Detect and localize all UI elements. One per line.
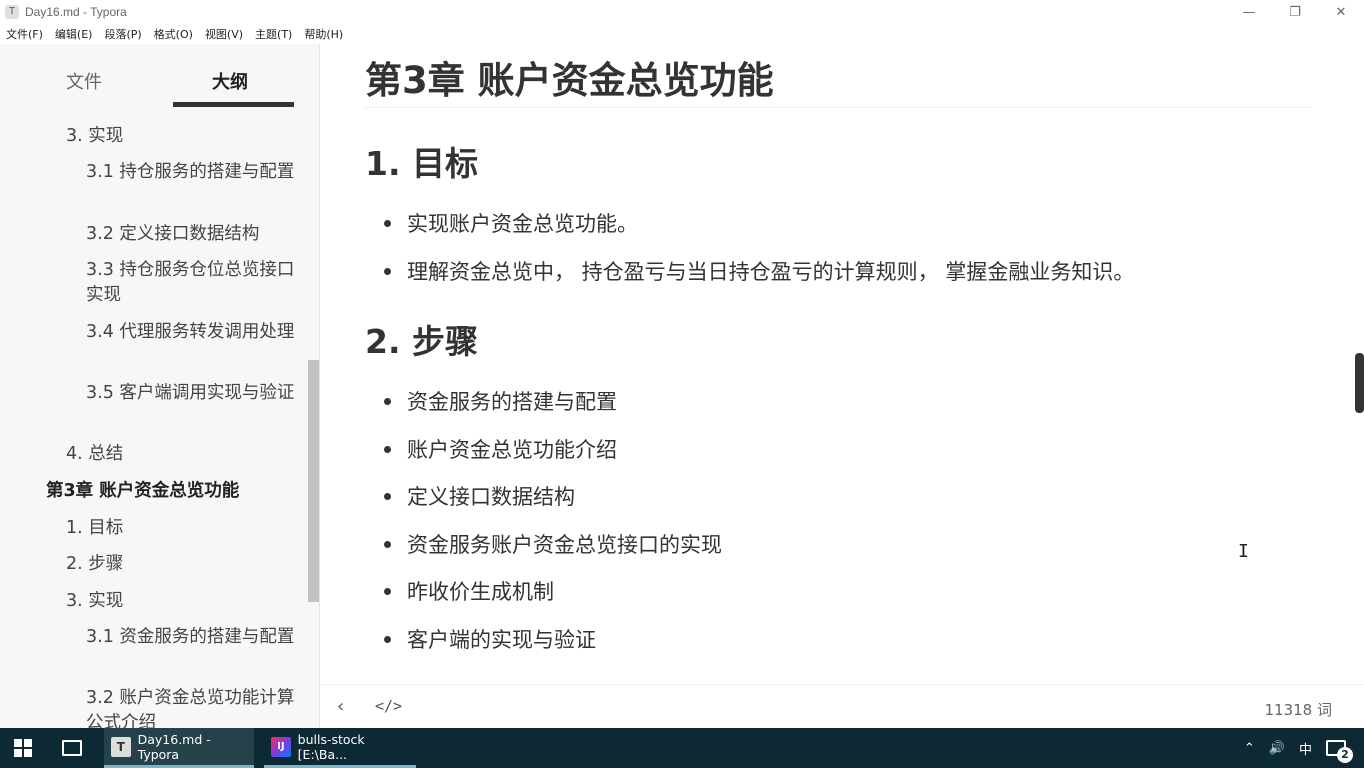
tab-outline[interactable]: 大纲 xyxy=(212,68,248,94)
minimize-button[interactable]: — xyxy=(1226,0,1272,24)
text-cursor-icon: I xyxy=(1238,541,1249,562)
section-heading-steps: 2. 步骤 xyxy=(365,322,478,361)
outline-item[interactable]: 3.2 定义接口数据结构 xyxy=(86,222,296,247)
outline-item[interactable]: 3.5 客户端调用实现与验证 xyxy=(86,381,296,406)
list-item-text: 实现账户资金总览功能。 xyxy=(407,212,638,236)
source-code-mode-icon[interactable]: </> xyxy=(375,697,402,715)
outline-item[interactable]: 3.4 代理服务转发调用处理 xyxy=(86,320,296,345)
windows-start-icon[interactable] xyxy=(14,739,32,757)
outline-item[interactable]: 3. 实现 xyxy=(66,589,276,614)
notification-badge: 2 xyxy=(1337,747,1353,763)
active-tab-indicator xyxy=(173,102,294,107)
word-count[interactable]: 11318 词 xyxy=(1265,699,1333,720)
menu-edit[interactable]: 编辑(E) xyxy=(49,26,99,42)
list-item-text: 资金服务账户资金总览接口的实现 xyxy=(407,533,722,557)
window-controls: — ❐ ✕ xyxy=(1226,0,1364,24)
window-title: Day16.md - Typora xyxy=(25,5,127,19)
list-item-text: 定义接口数据结构 xyxy=(407,485,575,509)
typora-icon: T xyxy=(111,736,131,757)
menu-paragraph[interactable]: 段落(P) xyxy=(98,26,147,42)
outline-item[interactable]: 3. 实现 xyxy=(66,124,276,149)
intellij-icon: IJ xyxy=(271,736,291,757)
taskbar-app-intellij[interactable]: IJ bulls-stock [E:\Ba... xyxy=(264,728,416,768)
editor-scrollbar[interactable] xyxy=(1355,353,1364,413)
tab-files[interactable]: 文件 xyxy=(66,68,102,94)
sidebar-tabs: 文件 大纲 xyxy=(0,44,319,110)
notification-center-icon[interactable]: 2 xyxy=(1326,740,1353,763)
editor-content[interactable]: 第3章 账户资金总览功能 1. 目标 实现账户资金总览功能。 理解资金总览中， … xyxy=(321,44,1364,684)
outline-item[interactable]: 4. 总结 xyxy=(66,442,276,467)
chapter-heading: 第3章 账户资金总览功能 xyxy=(365,59,774,102)
outline-item[interactable]: 3.1 资金服务的搭建与配置 xyxy=(86,625,296,650)
title-bar: T Day16.md - Typora — ❐ ✕ xyxy=(0,0,1364,24)
outline-item[interactable]: 3.3 持仓服务仓位总览接口实现 xyxy=(86,258,296,308)
typora-app-icon: T xyxy=(5,5,19,19)
taskbar-app-label: bulls-stock [E:\Ba... xyxy=(297,731,365,762)
ime-indicator[interactable]: 中 xyxy=(1299,739,1312,758)
menu-view[interactable]: 视图(V) xyxy=(199,26,249,42)
menu-help[interactable]: 帮助(H) xyxy=(298,26,349,42)
task-view-icon[interactable] xyxy=(62,740,82,756)
menu-bar: 文件(F) 编辑(E) 段落(P) 格式(O) 视图(V) 主题(T) 帮助(H… xyxy=(0,24,1364,44)
list-item-text: 账户资金总览功能介绍 xyxy=(407,438,617,462)
windows-taskbar: T Day16.md - Typora IJ bulls-stock [E:\B… xyxy=(0,728,1364,768)
close-button[interactable]: ✕ xyxy=(1318,0,1364,24)
toggle-sidebar-icon[interactable]: ‹ xyxy=(337,696,344,717)
taskbar-app-label: Day16.md - Typora xyxy=(137,731,211,762)
sidebar-scrollbar[interactable] xyxy=(308,360,319,602)
outline-item[interactable]: 3.1 持仓服务的搭建与配置 xyxy=(86,160,296,185)
menu-format[interactable]: 格式(O) xyxy=(148,26,199,42)
outline-item-active[interactable]: 第3章 账户资金总览功能 xyxy=(46,479,306,504)
restore-button[interactable]: ❐ xyxy=(1272,0,1318,24)
tray-expand-icon[interactable]: ⌃ xyxy=(1244,741,1255,756)
list-item-text: 理解资金总览中， 持仓盈亏与当日持仓盈亏的计算规则， 掌握金融业务知识。 xyxy=(407,260,1135,284)
system-tray: ⌃ 🔊 中 2 xyxy=(1244,728,1364,768)
status-bar: ‹ </> 11318 词 xyxy=(321,684,1364,728)
volume-icon[interactable]: 🔊 xyxy=(1269,741,1285,756)
outline-item[interactable]: 2. 步骤 xyxy=(66,552,276,577)
list-item-text: 客户端的实现与验证 xyxy=(407,628,596,652)
outline-item[interactable]: 1. 目标 xyxy=(66,516,276,541)
menu-file[interactable]: 文件(F) xyxy=(0,26,49,42)
menu-theme[interactable]: 主题(T) xyxy=(249,26,298,42)
heading-divider xyxy=(365,107,1312,108)
section-heading-goal: 1. 目标 xyxy=(365,144,478,183)
taskbar-app-typora[interactable]: T Day16.md - Typora xyxy=(104,728,254,768)
list-item-text: 昨收价生成机制 xyxy=(407,580,554,604)
list-item-text: 资金服务的搭建与配置 xyxy=(407,390,617,414)
sidebar: 文件 大纲 3. 实现 3.1 持仓服务的搭建与配置 3.2 定义接口数据结构 … xyxy=(0,44,320,728)
outline-item[interactable]: 3.2 账户资金总览功能计算公式介绍 xyxy=(86,686,296,728)
